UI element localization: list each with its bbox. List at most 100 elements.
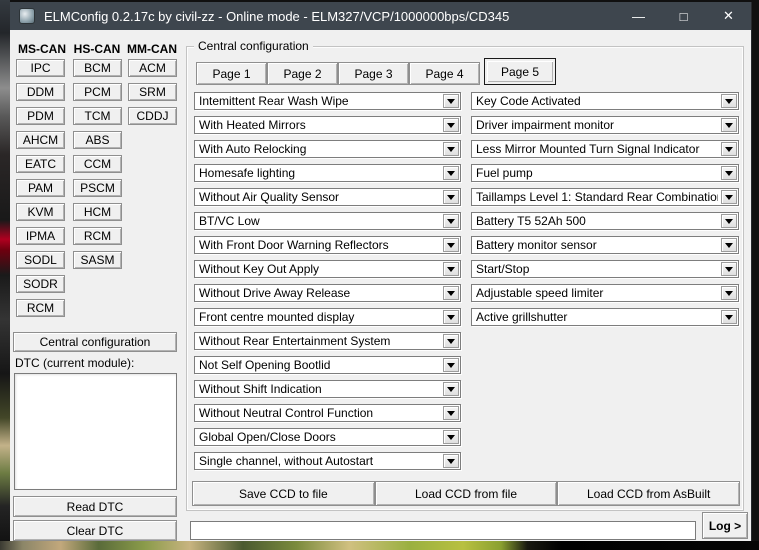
dropdown-arrow-button[interactable] [721,142,737,156]
module-button[interactable]: ACM [128,59,177,77]
page-tab[interactable]: Page 3 [338,62,409,85]
dropdown-arrow-button[interactable] [443,454,459,468]
module-button[interactable]: ABS [73,131,122,149]
dropdown-arrow-button[interactable] [443,166,459,180]
dropdown-arrow-button[interactable] [443,190,459,204]
config-dropdown[interactable]: With Heated Mirrors [194,116,461,134]
config-dropdown[interactable]: Without Air Quality Sensor [194,188,461,206]
ccd-button[interactable]: Load CCD from file [375,481,558,506]
config-dropdown[interactable]: Without Rear Entertainment System [194,332,461,350]
module-button[interactable]: KVM [16,203,65,221]
dropdown-arrow-button[interactable] [721,286,737,300]
dropdown-arrow-button[interactable] [721,238,737,252]
module-button[interactable]: IPMA [16,227,65,245]
page-tab[interactable]: Page 2 [267,62,338,85]
dropdown-arrow-button[interactable] [443,118,459,132]
log-input[interactable] [190,521,696,540]
module-button[interactable]: RCM [73,227,122,245]
dropdown-arrow-button[interactable] [721,94,737,108]
read-dtc-button[interactable]: Read DTC [13,496,177,517]
chevron-down-icon [447,387,455,392]
config-dropdown[interactable]: Less Mirror Mounted Turn Signal Indicato… [471,140,739,158]
config-dropdown[interactable]: Start/Stop [471,260,739,278]
config-dropdown[interactable]: Single channel, without Autostart [194,452,461,470]
module-button[interactable]: PAM [16,179,65,197]
dropdown-arrow-button[interactable] [443,238,459,252]
titlebar[interactable]: ELMConfig 0.2.17c by civil-zz - Online m… [10,2,751,30]
module-button[interactable]: IPC [16,59,65,77]
module-button[interactable]: SRM [128,83,177,101]
config-dropdown[interactable]: Without Key Out Apply [194,260,461,278]
module-button[interactable]: HCM [73,203,122,221]
dropdown-arrow-button[interactable] [721,190,737,204]
config-dropdown[interactable]: Taillamps Level 1: Standard Rear Combina… [471,188,739,206]
dropdown-arrow-button[interactable] [443,214,459,228]
config-dropdown[interactable]: Intemittent Rear Wash Wipe [194,92,461,110]
module-button[interactable]: SODL [16,251,65,269]
central-configuration-button[interactable]: Central configuration [13,332,177,352]
config-dropdown[interactable]: Driver impairment monitor [471,116,739,134]
dropdown-value: Fuel pump [476,166,718,180]
dropdown-arrow-button[interactable] [443,262,459,276]
module-button[interactable]: AHCM [16,131,65,149]
module-button[interactable]: SASM [73,251,122,269]
config-dropdown[interactable]: Without Shift Indication [194,380,461,398]
config-dropdown[interactable]: Battery T5 52Ah 500 [471,212,739,230]
config-dropdown[interactable]: Homesafe lighting [194,164,461,182]
module-button[interactable]: CDDJ [128,107,177,125]
page-tab[interactable]: Page 4 [409,62,480,85]
dropdown-arrow-button[interactable] [721,118,737,132]
config-dropdown[interactable]: Front centre mounted display [194,308,461,326]
module-button[interactable]: DDM [16,83,65,101]
config-dropdown[interactable]: With Front Door Warning Reflectors [194,236,461,254]
page-tab[interactable]: Page 5 [484,58,556,85]
dropdown-value: Adjustable speed limiter [476,286,718,300]
dropdown-arrow-button[interactable] [443,286,459,300]
config-dropdown[interactable]: Adjustable speed limiter [471,284,739,302]
config-dropdown[interactable]: Active grillshutter [471,308,739,326]
dtc-listbox[interactable] [14,373,177,490]
dropdown-arrow-button[interactable] [721,310,737,324]
close-button-icon[interactable]: ✕ [706,2,751,30]
module-button[interactable]: CCM [73,155,122,173]
config-dropdown[interactable]: Key Code Activated [471,92,739,110]
config-dropdown[interactable]: Fuel pump [471,164,739,182]
config-dropdown[interactable]: BT/VC Low [194,212,461,230]
dropdown-arrow-button[interactable] [443,334,459,348]
dropdown-arrow-button[interactable] [721,262,737,276]
config-dropdown[interactable]: Global Open/Close Doors [194,428,461,446]
dropdown-arrow-button[interactable] [443,382,459,396]
module-button[interactable]: RCM [16,299,65,317]
dropdown-arrow-button[interactable] [443,310,459,324]
log-button[interactable]: Log > [702,512,748,539]
chevron-down-icon [447,411,455,416]
dropdown-arrow-button[interactable] [443,406,459,420]
ccd-button[interactable]: Load CCD from AsBuilt [557,481,740,506]
dropdown-arrow-button[interactable] [443,142,459,156]
module-button[interactable]: PCM [73,83,122,101]
config-dropdown[interactable]: Without Drive Away Release [194,284,461,302]
dropdown-arrow-button[interactable] [443,430,459,444]
config-dropdown[interactable]: With Auto Relocking [194,140,461,158]
config-dropdown[interactable]: Battery monitor sensor [471,236,739,254]
module-button[interactable]: PDM [16,107,65,125]
config-dropdown[interactable]: Not Self Opening Bootlid [194,356,461,374]
ccd-button[interactable]: Save CCD to file [192,481,375,506]
module-button[interactable]: TCM [73,107,122,125]
dropdown-value: With Auto Relocking [199,142,440,156]
dropdown-value: Battery monitor sensor [476,238,718,252]
module-button[interactable]: EATC [16,155,65,173]
dropdown-arrow-button[interactable] [443,94,459,108]
minimize-button-icon[interactable]: — [616,2,661,30]
dropdown-arrow-button[interactable] [721,166,737,180]
clear-dtc-button[interactable]: Clear DTC [13,520,177,541]
module-button[interactable]: SODR [16,275,65,293]
module-button[interactable]: BCM [73,59,122,77]
dropdown-arrow-button[interactable] [443,358,459,372]
dropdown-arrow-button[interactable] [721,214,737,228]
chevron-down-icon [447,267,455,272]
maximize-button-icon[interactable]: □ [661,2,706,30]
config-dropdown[interactable]: Without Neutral Control Function [194,404,461,422]
page-tab[interactable]: Page 1 [196,62,267,85]
module-button[interactable]: PSCM [73,179,122,197]
